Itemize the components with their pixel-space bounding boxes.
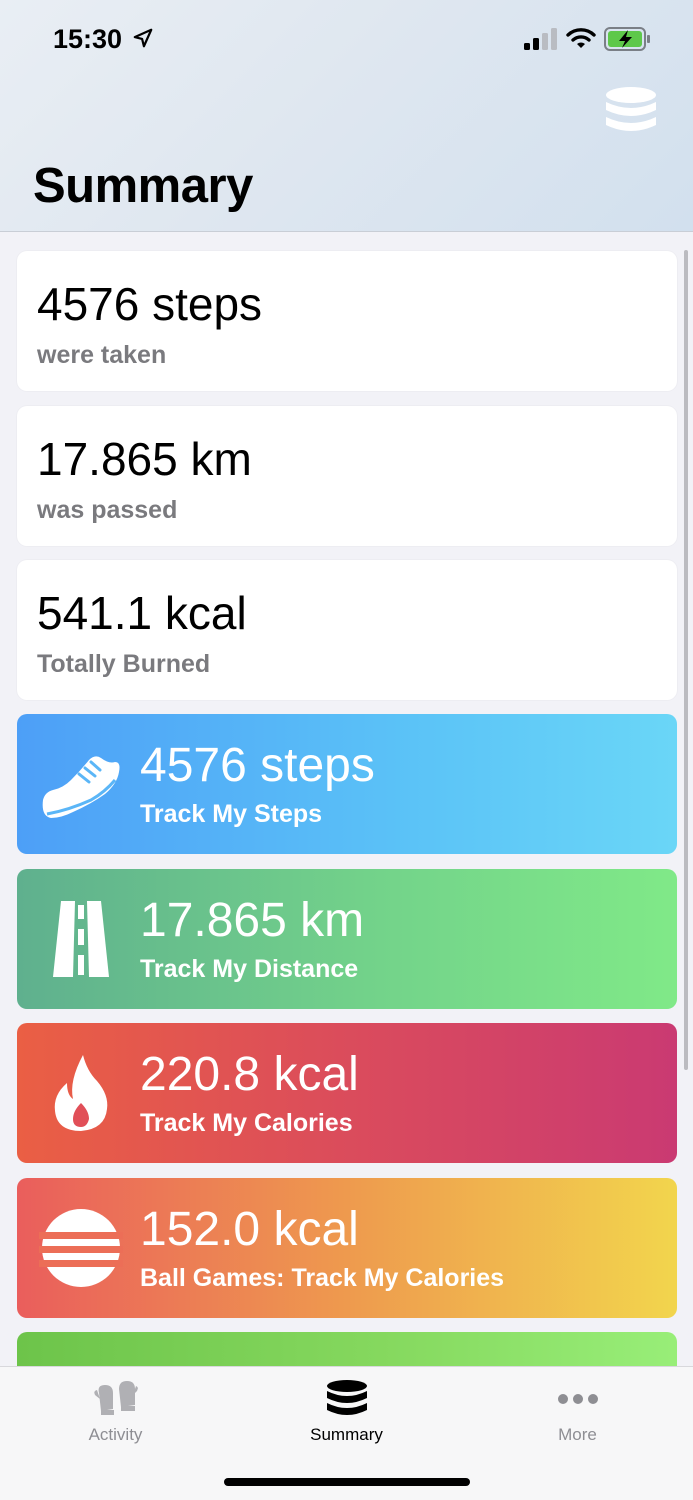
battery-charging-icon — [604, 27, 650, 51]
ball-icon — [39, 1209, 123, 1287]
stat-value: 17.865 km — [37, 433, 252, 485]
track-ball-games-card[interactable]: 152.0 kcal Ball Games: Track My Calories — [17, 1178, 677, 1318]
tracker-value: 152.0 kcal — [140, 1203, 359, 1256]
tab-label: More — [558, 1425, 597, 1444]
track-extra-card[interactable] — [17, 1332, 677, 1366]
track-distance-card[interactable]: 17.865 km Track My Distance — [17, 869, 677, 1009]
stat-value: 541.1 kcal — [37, 587, 247, 639]
stat-card-calories: 541.1 kcal Totally Burned — [17, 560, 677, 700]
status-time: 15:30 — [53, 24, 123, 54]
tracker-label: Track My Distance — [140, 955, 359, 983]
track-steps-card[interactable]: 4576 steps Track My Steps — [17, 714, 677, 854]
tab-label: Summary — [310, 1425, 383, 1444]
stat-label: Totally Burned — [37, 650, 211, 678]
location-arrow-icon — [133, 28, 153, 48]
tracker-value: 17.865 km — [140, 894, 365, 947]
tracker-label: Ball Games: Track My Calories — [140, 1264, 505, 1292]
database-button[interactable] — [603, 86, 659, 138]
wifi-icon — [566, 28, 596, 48]
shoe-icon — [42, 756, 120, 818]
track-calories-card[interactable]: 220.8 kcal Track My Calories — [17, 1023, 677, 1163]
stat-value: 4576 steps — [37, 278, 263, 330]
road-icon — [53, 901, 109, 977]
cellular-signal-icon — [524, 28, 557, 50]
tracker-label: Track My Calories — [140, 1109, 353, 1137]
page-title: Summary — [33, 159, 253, 213]
stat-label: was passed — [37, 496, 178, 524]
navigation-header: 15:30 Summary — [0, 0, 693, 232]
tab-label: Activity — [88, 1425, 143, 1444]
summary-list[interactable]: 4576 steps were taken 17.865 km was pass… — [0, 233, 693, 1366]
tab-more[interactable]: More — [462, 1367, 693, 1457]
tracker-value: 220.8 kcal — [140, 1048, 359, 1101]
home-indicator — [224, 1478, 470, 1486]
ellipsis-icon — [557, 1394, 598, 1404]
mittens-icon — [93, 1381, 138, 1415]
tab-activity[interactable]: Activity — [0, 1367, 231, 1457]
scrollbar[interactable] — [684, 250, 688, 1070]
stat-card-steps: 4576 steps were taken — [17, 251, 677, 391]
tracker-label: Track My Steps — [140, 800, 323, 828]
database-icon — [326, 1380, 367, 1415]
tracker-value: 4576 steps — [140, 739, 375, 792]
stat-label: were taken — [37, 341, 167, 369]
stat-card-distance: 17.865 km was passed — [17, 406, 677, 546]
tab-summary[interactable]: Summary — [231, 1367, 462, 1457]
flame-icon — [54, 1055, 108, 1131]
